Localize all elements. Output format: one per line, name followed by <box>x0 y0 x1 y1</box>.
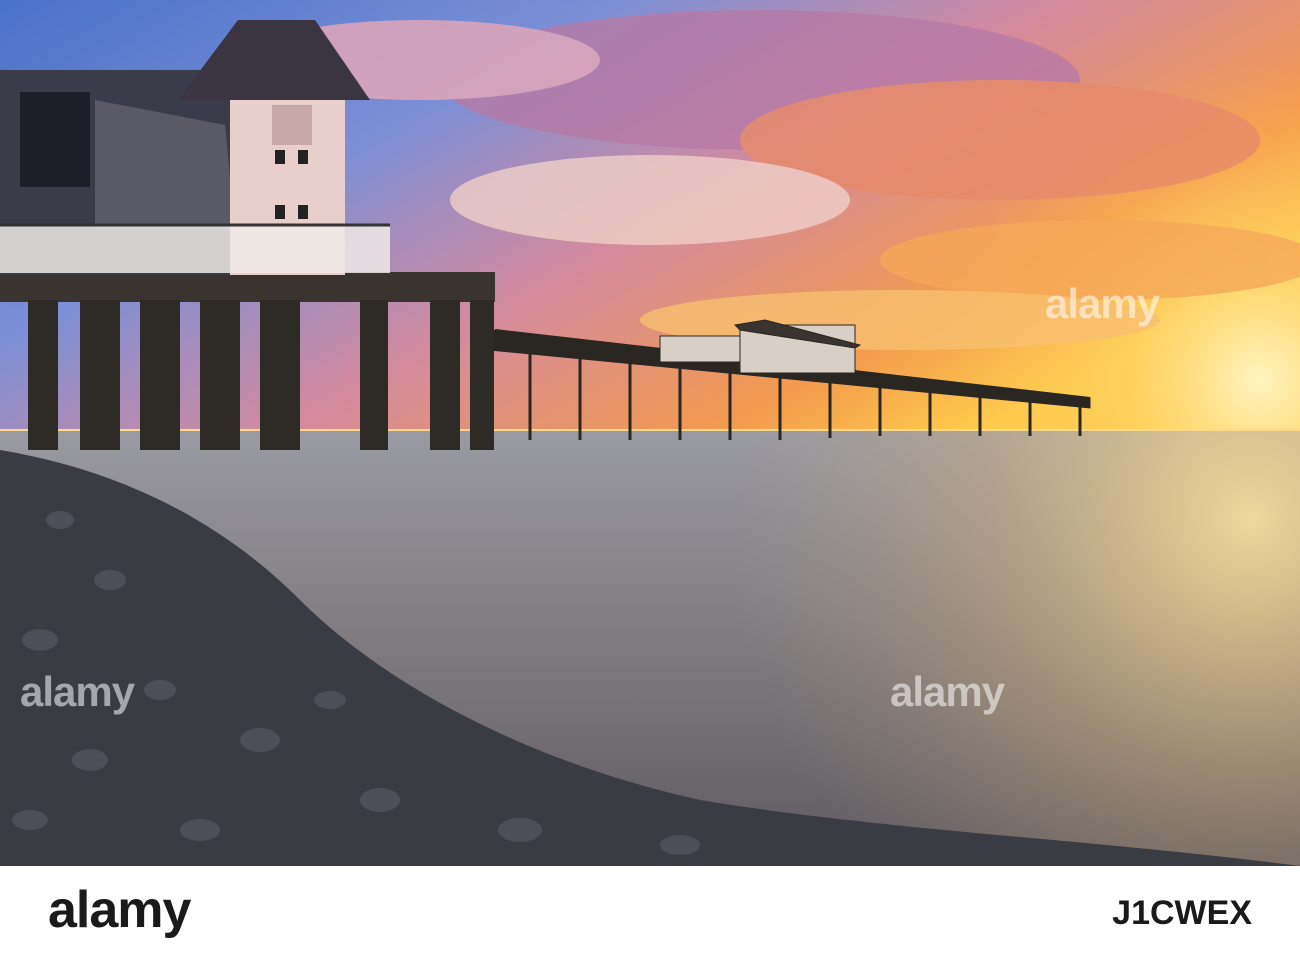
watermark: alamy <box>1045 280 1160 327</box>
alamy-logo[interactable]: alamy <box>48 880 191 940</box>
pier-deck <box>0 272 495 302</box>
footer-bar: alamy J1CWEX <box>0 866 1300 956</box>
stock-image-preview: alamy alamy alamy alamy J1CWEX <box>0 0 1300 956</box>
image-code: J1CWEX <box>1112 894 1252 932</box>
pier-sunset-photo <box>0 0 1300 866</box>
watermark: alamy <box>20 668 135 715</box>
watermark: alamy <box>890 668 1005 715</box>
